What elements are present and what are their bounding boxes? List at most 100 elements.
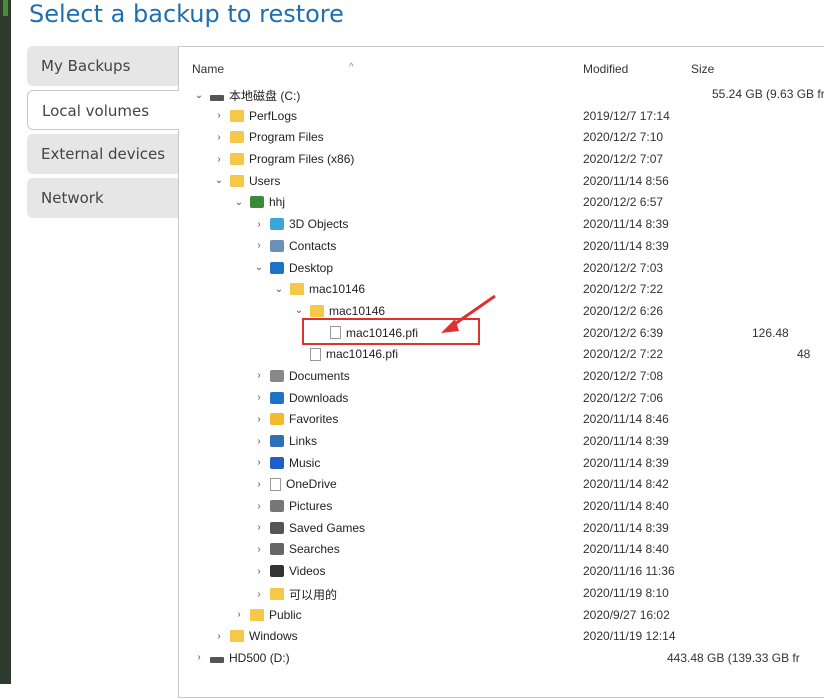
contacts-icon (270, 239, 284, 252)
chevron-down-icon[interactable]: ⌄ (232, 197, 246, 208)
tree-row[interactable]: › 可以用的 2020/11/19 8:10 (179, 582, 824, 604)
tree-row[interactable]: mac10146.pfi 2020/12/2 6:39 126.48 (179, 322, 824, 344)
tab-external-devices[interactable]: External devices (27, 134, 178, 174)
tree-row[interactable]: mac10146.pfi 2020/12/2 7:22 48 (179, 343, 824, 365)
chevron-right-icon[interactable]: › (252, 414, 266, 425)
row-name: Favorites (289, 412, 339, 427)
row-name: Downloads (289, 390, 349, 405)
tree-row[interactable]: › Music 2020/11/14 8:39 (179, 452, 824, 474)
tree-row[interactable]: › Program Files 2020/12/2 7:10 (179, 126, 824, 148)
chevron-right-icon[interactable]: › (252, 544, 266, 555)
row-modified: 2020/11/14 8:46 (583, 412, 669, 427)
row-modified: 2020/11/14 8:42 (583, 477, 669, 492)
column-name[interactable]: Name (192, 62, 224, 76)
row-modified: 2020/12/2 7:06 (583, 390, 664, 405)
pictures-icon (270, 500, 284, 513)
column-modified[interactable]: Modified (583, 62, 628, 76)
tree-row[interactable]: › Downloads 2020/12/2 7:06 (179, 387, 824, 409)
user-icon (250, 196, 264, 209)
cube-icon (270, 218, 284, 231)
tree-row[interactable]: ⌄ Users 2020/11/14 8:56 (179, 170, 824, 192)
row-modified: 2020/11/14 8:56 (583, 173, 669, 188)
row-size: 55.24 GB (9.63 GB fr (712, 87, 824, 101)
chevron-right-icon[interactable]: › (252, 370, 266, 381)
tree-row[interactable]: › Program Files (x86) 2020/12/2 7:07 (179, 148, 824, 170)
chevron-right-icon[interactable]: › (252, 436, 266, 447)
tree-row[interactable]: ⌄ mac10146 2020/12/2 6:26 (179, 300, 824, 322)
row-modified: 2020/11/14 8:39 (583, 217, 669, 232)
tree-row[interactable]: › Saved Games 2020/11/14 8:39 (179, 517, 824, 539)
row-modified: 2020/11/14 8:39 (583, 238, 669, 253)
sort-up-icon[interactable]: ^ (349, 62, 354, 73)
chevron-right-icon[interactable]: › (252, 501, 266, 512)
link-icon (270, 435, 284, 447)
desktop-icon (270, 261, 284, 274)
chevron-right-icon[interactable]: › (212, 132, 226, 143)
row-name: Searches (289, 542, 340, 557)
row-name: Windows (249, 629, 298, 644)
tree-row[interactable]: › Links 2020/11/14 8:39 (179, 430, 824, 452)
tree-row[interactable]: ⌄ Desktop 2020/12/2 7:03 (179, 257, 824, 279)
folder-icon (270, 588, 284, 601)
tree-row[interactable]: ⌄ 本地磁盘 (C:) 55.24 GB (9.63 GB fr (179, 83, 824, 105)
row-modified: 2020/11/14 8:39 (583, 434, 669, 448)
chevron-down-icon[interactable]: ⌄ (292, 305, 306, 316)
chevron-down-icon[interactable]: ⌄ (252, 262, 266, 273)
row-name: mac10146 (329, 303, 386, 318)
tree-row[interactable]: › Videos 2020/11/16 11:36 (179, 560, 824, 582)
row-name: Program Files (x86) (249, 152, 355, 167)
tree-row[interactable]: ⌄ hhj 2020/12/2 6:57 (179, 191, 824, 213)
chevron-right-icon[interactable]: › (212, 154, 226, 165)
tree-row[interactable]: › PerfLogs 2019/12/7 17:14 (179, 105, 824, 127)
folder-icon (230, 630, 244, 643)
tree-row[interactable]: › Documents 2020/12/2 7:08 (179, 365, 824, 387)
row-name: PerfLogs (249, 108, 298, 123)
tab-my-backups[interactable]: My Backups (27, 46, 178, 86)
chevron-right-icon[interactable]: › (252, 240, 266, 251)
tree-row[interactable]: ⌄ mac10146 2020/12/2 7:22 (179, 278, 824, 300)
row-modified: 2020/12/2 7:10 (583, 130, 664, 145)
tab-network[interactable]: Network (27, 178, 178, 218)
chevron-right-icon[interactable]: › (252, 522, 266, 533)
tab-local-volumes[interactable]: Local volumes (27, 90, 179, 130)
chevron-right-icon[interactable]: › (212, 631, 226, 642)
chevron-down-icon[interactable]: ⌄ (272, 284, 286, 295)
column-size[interactable]: Size (691, 62, 714, 76)
tree-row[interactable]: › Favorites 2020/11/14 8:46 (179, 408, 824, 430)
tree-row[interactable]: › Pictures 2020/11/14 8:40 (179, 495, 824, 517)
chevron-right-icon[interactable]: › (232, 609, 246, 620)
chevron-right-icon[interactable]: › (252, 457, 266, 468)
tree-row[interactable]: › 3D Objects 2020/11/14 8:39 (179, 213, 824, 235)
documents-icon (270, 369, 284, 382)
tree-row[interactable]: › Contacts 2020/11/14 8:39 (179, 235, 824, 257)
tree-row[interactable]: › OneDrive 2020/11/14 8:42 (179, 473, 824, 495)
folder-icon (230, 131, 244, 144)
chevron-down-icon[interactable]: ⌄ (192, 90, 206, 101)
chevron-right-icon[interactable]: › (252, 566, 266, 577)
row-modified: 2020/11/19 8:10 (583, 585, 669, 600)
row-name: HD500 (D:) (229, 650, 290, 665)
folder-icon (230, 153, 244, 166)
drive-icon (210, 94, 224, 101)
music-icon (270, 456, 284, 469)
chevron-right-icon[interactable]: › (252, 589, 266, 600)
chevron-right-icon[interactable]: › (252, 479, 266, 490)
chevron-right-icon[interactable]: › (252, 219, 266, 230)
tree-row[interactable]: › Public 2020/9/27 16:02 (179, 604, 824, 626)
row-modified: 2020/12/2 7:08 (583, 368, 664, 383)
tree-row[interactable]: › Windows 2020/11/19 12:14 (179, 625, 824, 647)
chevron-right-icon[interactable]: › (212, 110, 226, 121)
row-name: 3D Objects (289, 217, 349, 232)
chevron-down-icon[interactable]: ⌄ (212, 175, 226, 186)
row-modified: 2019/12/7 17:14 (583, 108, 670, 123)
row-name: Program Files (249, 130, 324, 145)
chevron-right-icon[interactable]: › (192, 652, 206, 663)
page-title: Select a backup to restore (29, 0, 344, 28)
row-name: Users (249, 173, 281, 188)
row-modified: 2020/12/2 6:26 (583, 303, 664, 318)
tree-row[interactable]: › Searches 2020/11/14 8:40 (179, 538, 824, 560)
tree-row[interactable]: › HD500 (D:) 443.48 GB (139.33 GB fr (179, 647, 824, 669)
row-name: 本地磁盘 (C:) (229, 89, 301, 103)
chevron-right-icon[interactable]: › (252, 392, 266, 403)
row-name: OneDrive (286, 477, 337, 492)
